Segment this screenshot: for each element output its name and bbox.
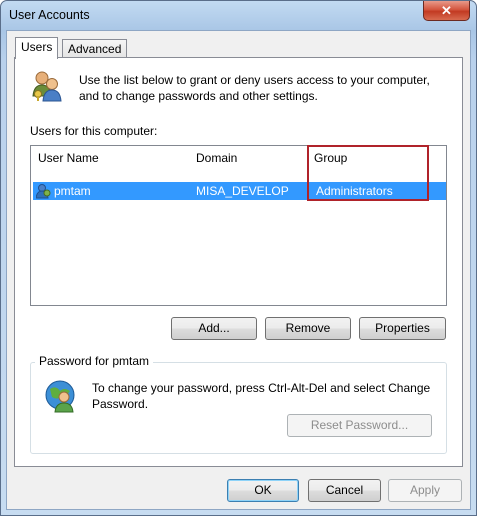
highlight-annotation xyxy=(307,145,429,201)
password-info-text: To change your password, press Ctrl-Alt-… xyxy=(92,381,431,411)
ok-button[interactable]: OK xyxy=(227,479,299,502)
window-title: User Accounts xyxy=(9,8,90,22)
user-icon xyxy=(36,184,51,199)
cancel-button[interactable]: Cancel xyxy=(308,479,381,502)
tab-users[interactable]: Users xyxy=(15,37,59,59)
properties-button[interactable]: Properties xyxy=(359,317,446,340)
password-user-icon xyxy=(45,380,75,413)
users-icon xyxy=(32,71,62,102)
password-group-legend: Password for pmtam xyxy=(35,354,154,368)
apply-button[interactable]: Apply xyxy=(388,479,462,502)
close-icon: ✕ xyxy=(441,3,452,18)
cell-domain: MISA_DEVELOP xyxy=(196,184,289,198)
remove-button[interactable]: Remove xyxy=(265,317,351,340)
add-button[interactable]: Add... xyxy=(171,317,257,340)
intro-text: Use the list below to grant or deny user… xyxy=(79,73,430,103)
cell-user-name: pmtam xyxy=(54,184,91,198)
tab-advanced[interactable]: Advanced xyxy=(62,39,128,59)
column-header-domain[interactable]: Domain xyxy=(189,146,308,170)
users-list-label: Users for this computer: xyxy=(30,124,158,138)
reset-password-button[interactable]: Reset Password... xyxy=(287,414,432,437)
close-button[interactable]: ✕ xyxy=(423,1,470,21)
column-header-user-name[interactable]: User Name xyxy=(31,146,191,170)
